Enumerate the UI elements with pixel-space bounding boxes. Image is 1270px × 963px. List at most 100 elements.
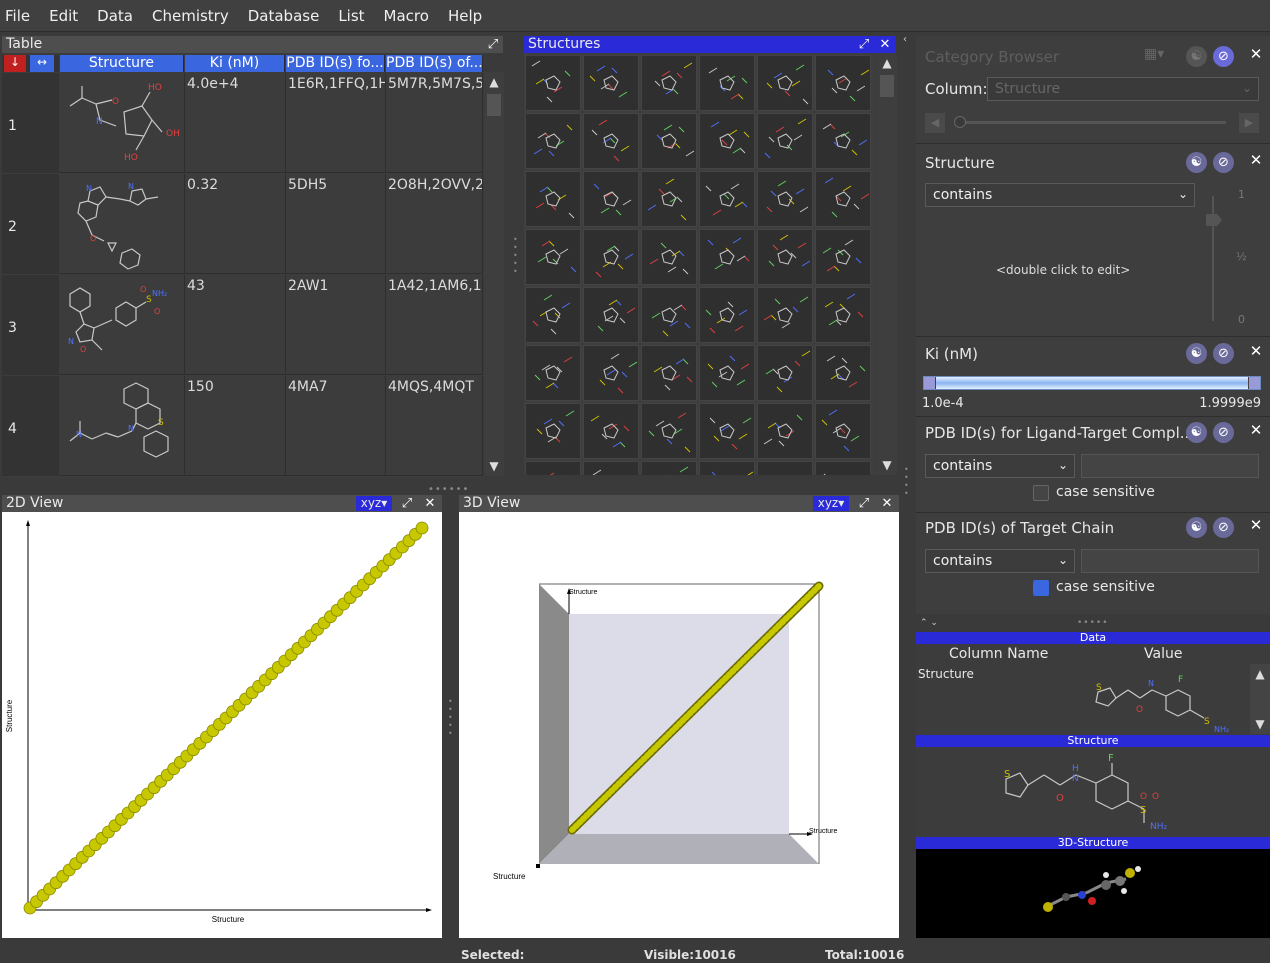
scroll-up-icon[interactable]: ▲ [1251, 666, 1269, 682]
table-row[interactable]: 3 S NH₂ OO NO 43 2AW1 1A42,1AM6,1 [2, 275, 483, 375]
maximize-icon[interactable]: ⤢ [399, 496, 415, 511]
scroll-down-icon[interactable]: ▼ [1251, 716, 1269, 732]
range-min-thumb[interactable] [924, 377, 936, 389]
disable-filter-icon[interactable]: ⊘ [1213, 152, 1234, 173]
structure-thumbnail[interactable] [757, 287, 813, 343]
col-header-pdb-ligand[interactable]: PDB ID(s) fo... [286, 55, 385, 72]
structure-thumbnail[interactable] [757, 229, 813, 285]
structure-thumbnail[interactable] [641, 345, 697, 401]
structure-thumbnail[interactable] [757, 461, 813, 475]
structure-thumbnail[interactable] [757, 171, 813, 227]
structure-thumbnail[interactable] [757, 113, 813, 169]
structure-thumbnail[interactable] [525, 113, 581, 169]
menu-data[interactable]: Data [97, 7, 133, 25]
structures-scrollbar[interactable]: ▲ ▼ [877, 53, 897, 475]
structure-thumbnail[interactable] [699, 55, 755, 111]
structure-thumbnail[interactable] [757, 55, 813, 111]
scroll-down-icon[interactable]: ▼ [878, 457, 896, 473]
menu-file[interactable]: File [5, 7, 30, 25]
structure-thumbnail[interactable] [699, 287, 755, 343]
structure-thumbnail[interactable] [583, 461, 639, 475]
structure-thumbnail[interactable] [699, 461, 755, 475]
similarity-slider-thumb[interactable] [1206, 214, 1222, 226]
disable-filter-icon[interactable]: ⊘ [1213, 343, 1234, 364]
structure-thumbnail[interactable] [699, 345, 755, 401]
maximize-icon[interactable]: ⤢ [856, 496, 872, 511]
scroll-up-icon[interactable]: ▲ [878, 55, 896, 71]
structure-thumbnail[interactable] [641, 461, 697, 475]
structure-thumbnail[interactable] [815, 403, 871, 459]
splitter-handle[interactable]: ••••• [513, 236, 519, 276]
close-icon[interactable]: ✕ [422, 496, 438, 511]
table-row[interactable]: 2 N N O 0.32 5DH5 2O8H,2OVV,2 [2, 174, 483, 274]
collapse-arrows-icon[interactable]: ⌃ ⌄ [920, 618, 938, 628]
disable-filter-icon[interactable]: ⊘ [1213, 46, 1234, 67]
pdb-chain-mode-select[interactable]: contains ⌄ [925, 549, 1075, 573]
yinyang-icon[interactable]: ☯ [1186, 422, 1207, 443]
structure-thumbnail[interactable] [815, 229, 871, 285]
structure-thumbnail[interactable] [583, 345, 639, 401]
slider-thumb[interactable] [954, 116, 966, 128]
scroll-up-icon[interactable]: ▲ [485, 74, 503, 90]
structure-thumbnail[interactable] [699, 113, 755, 169]
structure-thumbnail[interactable] [641, 229, 697, 285]
structure-thumbnail[interactable] [583, 229, 639, 285]
structure-thumbnail[interactable] [815, 171, 871, 227]
disable-filter-icon[interactable]: ⊘ [1213, 517, 1234, 538]
scatter-plot-3d[interactable]: Structure Structure Structure [459, 512, 899, 938]
ki-range-slider[interactable] [923, 376, 1261, 390]
structure-thumbnail[interactable] [815, 287, 871, 343]
splitter-handle[interactable]: ••••• [448, 698, 454, 738]
pdb-ligand-mode-select[interactable]: contains ⌄ [925, 454, 1075, 478]
structure-query-editor[interactable]: <double click to edit> [996, 263, 1130, 277]
structure-thumbnail[interactable] [699, 403, 755, 459]
structure-thumbnail[interactable] [583, 287, 639, 343]
structure-thumbnail[interactable] [815, 113, 871, 169]
splitter-handle[interactable]: •••••• [428, 484, 469, 495]
case-sensitive-checkbox[interactable] [1033, 485, 1049, 501]
structure-thumbnail[interactable] [525, 287, 581, 343]
menu-macro[interactable]: Macro [384, 7, 429, 25]
close-icon[interactable]: ✕ [1249, 153, 1263, 168]
category-menu-icon[interactable]: ▦▾ [1144, 46, 1176, 66]
range-max-thumb[interactable] [1248, 377, 1260, 389]
structure-thumbnail[interactable] [525, 345, 581, 401]
close-icon[interactable]: ✕ [877, 37, 893, 52]
column-select[interactable]: Structure ⌄ [987, 77, 1259, 101]
view2d-canvas[interactable]: Structure Structure [2, 512, 442, 938]
resize-columns-icon[interactable]: ↔ [30, 55, 54, 72]
yinyang-icon[interactable]: ☯ [1186, 152, 1207, 173]
collapse-arrow-icon[interactable]: ‹ [903, 34, 907, 45]
structure-thumbnail[interactable] [699, 171, 755, 227]
structure-thumbnail[interactable] [525, 461, 581, 475]
scroll-thumb[interactable] [487, 94, 501, 116]
yinyang-icon[interactable]: ☯ [1186, 517, 1207, 538]
structure-thumbnail[interactable] [583, 171, 639, 227]
col-header-pdb-chain[interactable]: PDB ID(s) of... [386, 55, 483, 72]
splitter-handle[interactable]: • • • • [904, 466, 910, 498]
scroll-thumb[interactable] [880, 75, 894, 97]
structure-thumbnail[interactable] [583, 55, 639, 111]
yinyang-icon[interactable]: ☯ [1186, 46, 1207, 67]
table-row[interactable]: 4 S N N 150 4MA7 4MQS,4MQT [2, 376, 483, 476]
table-scrollbar[interactable]: ▲ ▼ [484, 72, 504, 476]
axes-menu-button[interactable]: xyz▾ [813, 496, 849, 511]
sort-down-icon[interactable]: ↓ [4, 55, 26, 72]
menu-help[interactable]: Help [448, 7, 482, 25]
col-header-structure[interactable]: Structure [60, 55, 184, 72]
structure-thumbnail[interactable] [525, 229, 581, 285]
close-icon[interactable]: ✕ [1249, 423, 1263, 438]
maximize-icon[interactable]: ⤢ [856, 37, 872, 52]
pdb-ligand-search-input[interactable] [1081, 454, 1259, 478]
scatter-plot-2d[interactable]: Structure Structure [2, 512, 442, 938]
structure-thumbnail[interactable] [757, 345, 813, 401]
structure-thumbnail[interactable] [525, 55, 581, 111]
structure-thumbnail[interactable] [641, 287, 697, 343]
menu-database[interactable]: Database [248, 7, 320, 25]
details-scrollbar[interactable]: ▲ ▼ [1250, 664, 1270, 734]
structure-3d-viewer[interactable] [916, 849, 1270, 938]
category-slider[interactable] [956, 121, 1226, 124]
maximize-icon[interactable]: ⤢ [485, 37, 501, 52]
structure-thumbnail[interactable] [815, 55, 871, 111]
next-icon[interactable]: ▶ [1239, 113, 1259, 133]
